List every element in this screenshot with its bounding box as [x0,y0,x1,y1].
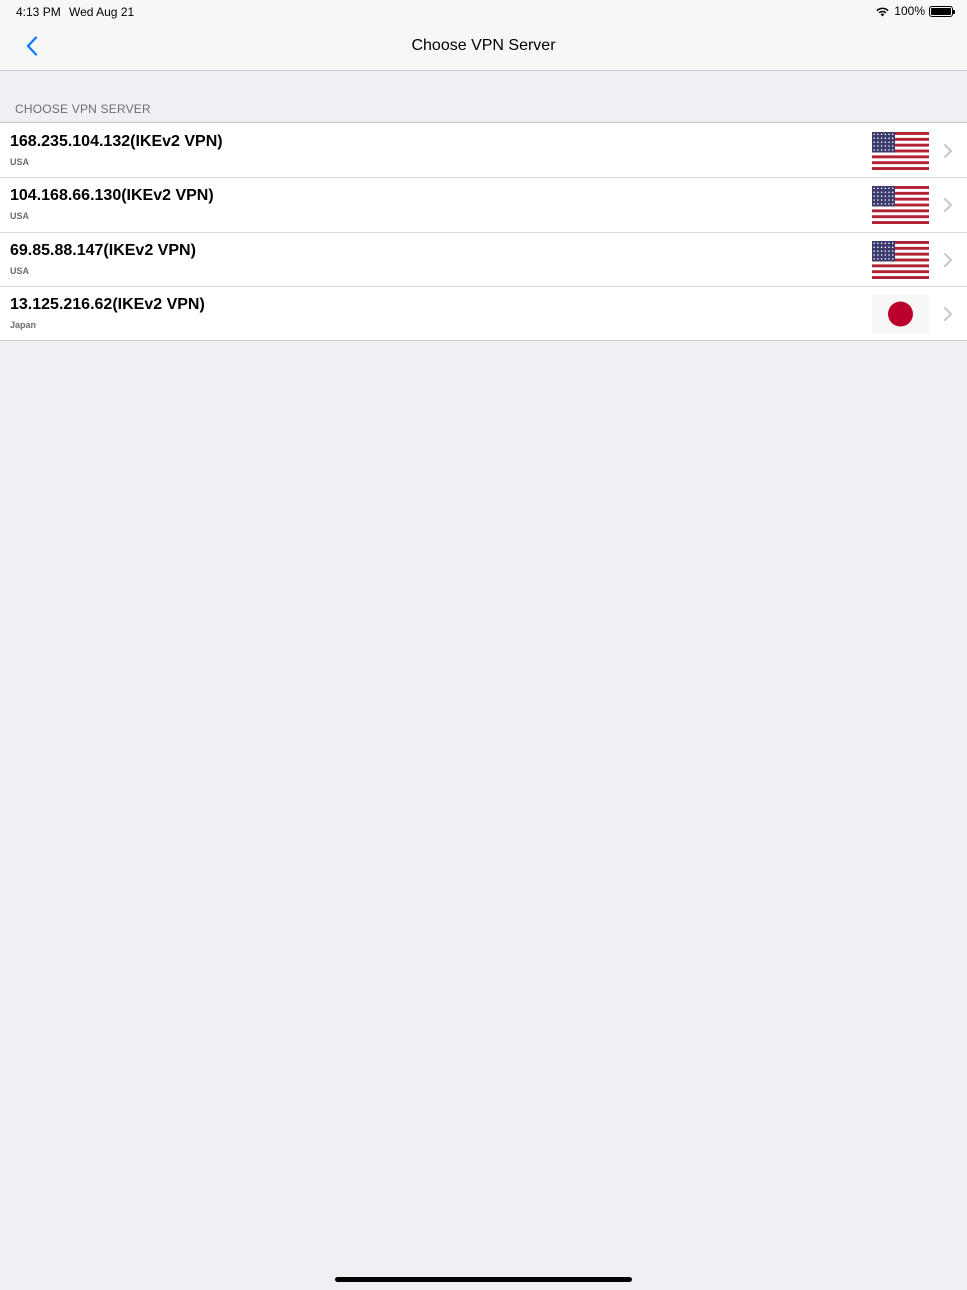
us-flag-icon [872,132,929,170]
wifi-icon [876,7,889,16]
us-flag-icon [872,186,929,225]
page-title: Choose VPN Server [411,37,556,54]
chevron-right-icon [944,252,952,267]
server-address: 69.85.88.147(IKEv2 VPN) [10,241,196,259]
server-row[interactable]: 104.168.66.130(IKEv2 VPN) USA [0,177,967,231]
us-flag-icon [872,240,929,279]
server-row[interactable]: 168.235.104.132(IKEv2 VPN) USA [0,123,967,177]
chevron-right-icon [944,144,952,158]
status-bar: 4:13 PM Wed Aug 21 100% [0,0,967,22]
japan-flag-icon [872,294,929,333]
server-row[interactable]: 13.125.216.62(IKEv2 VPN) Japan [0,285,967,340]
server-list: 168.235.104.132(IKEv2 VPN) USA 104.168.6… [0,122,967,342]
navigation-bar: Choose VPN Server [0,22,967,71]
server-address: 168.235.104.132(IKEv2 VPN) [10,133,223,150]
battery-percent: 100% [894,4,925,18]
server-country: USA [10,157,30,167]
server-address: 13.125.216.62(IKEv2 VPN) [10,295,205,313]
chevron-right-icon [944,306,952,321]
status-right: 100% [875,4,955,18]
server-country: USA [10,211,30,222]
chevron-right-icon [944,198,952,213]
home-indicator[interactable] [335,1277,632,1282]
battery-icon [929,5,955,17]
server-address: 104.168.66.130(IKEv2 VPN) [10,187,214,205]
server-country: Japan [10,319,37,330]
server-row[interactable]: 69.85.88.147(IKEv2 VPN) USA [0,231,967,286]
section-header: CHOOSE VPN SERVER [15,102,151,116]
status-date: Wed Aug 21 [69,5,135,19]
server-country: USA [10,265,30,276]
status-time: 4:13 PM [16,5,61,19]
